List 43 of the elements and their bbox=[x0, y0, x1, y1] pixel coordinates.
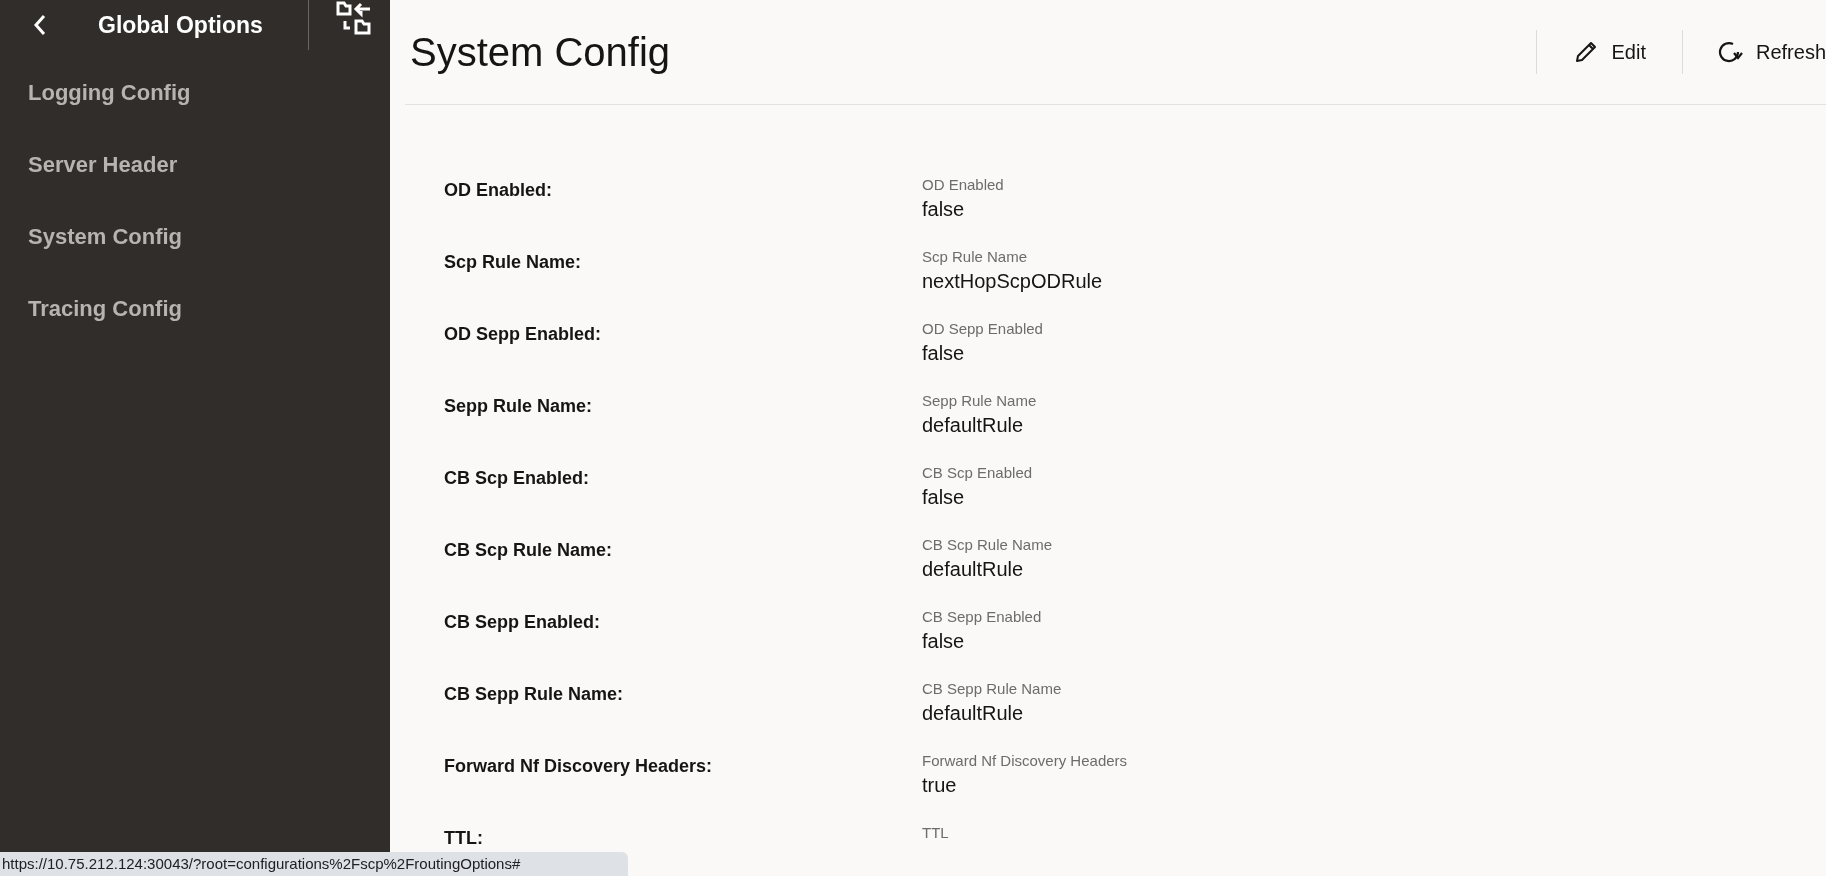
field-value: true bbox=[922, 773, 958, 798]
chevron-left-icon bbox=[33, 14, 47, 36]
field-label: CB Scp Rule Name: bbox=[444, 539, 614, 561]
field-label: Scp Rule Name: bbox=[444, 251, 583, 273]
field-label: OD Sepp Enabled: bbox=[444, 323, 603, 345]
field-caption: CB Scp Rule Name bbox=[922, 535, 1053, 555]
sidebar-title: Global Options bbox=[98, 10, 264, 40]
field-value: defaultRule bbox=[922, 413, 1025, 438]
field-value: false bbox=[922, 485, 966, 510]
sidebar-item[interactable]: Logging Config bbox=[0, 56, 390, 128]
field-caption: Scp Rule Name bbox=[922, 247, 1029, 267]
page-title: System Config bbox=[410, 29, 672, 76]
field-label: CB Sepp Enabled: bbox=[444, 611, 601, 633]
pencil-icon bbox=[1574, 41, 1597, 63]
field-caption: CB Scp Enabled bbox=[922, 463, 1033, 483]
field-label: CB Sepp Rule Name: bbox=[444, 683, 625, 705]
field-caption: Sepp Rule Name bbox=[922, 391, 1037, 411]
status-bar-url: https://10.75.212.124:30043/?root=configurations%2Fscp%2FroutingOptions# bbox=[0, 852, 628, 876]
refresh-icon bbox=[1717, 40, 1744, 64]
swap-panels-icon bbox=[336, 1, 372, 35]
sidebar-item[interactable]: Server Header bbox=[0, 128, 390, 200]
field-caption: CB Sepp Rule Name bbox=[922, 679, 1062, 699]
edit-button[interactable]: Edit bbox=[1536, 30, 1682, 74]
field-caption: OD Sepp Enabled bbox=[922, 319, 1043, 339]
sidebar-item[interactable]: System Config bbox=[0, 200, 390, 272]
refresh-button[interactable]: Refresh bbox=[1682, 30, 1826, 74]
field-value: defaultRule bbox=[922, 557, 1025, 582]
field-value: nextHopScpODRule bbox=[922, 269, 1103, 294]
field-caption: OD Enabled bbox=[922, 175, 1004, 195]
field-value: defaultRule bbox=[922, 701, 1025, 726]
field-label: Sepp Rule Name: bbox=[444, 395, 594, 417]
field-caption: CB Sepp Enabled bbox=[922, 607, 1042, 627]
swap-panels-button[interactable] bbox=[334, 0, 374, 36]
sidebar-item[interactable]: Tracing Config bbox=[0, 272, 390, 344]
field-label: TTL: bbox=[444, 827, 484, 849]
field-value: false bbox=[922, 629, 966, 654]
field-caption: TTL bbox=[922, 823, 949, 843]
field-caption: Forward Nf Discovery Headers bbox=[922, 751, 1128, 771]
field-label: Forward Nf Discovery Headers: bbox=[444, 755, 714, 777]
field-label: OD Enabled: bbox=[444, 179, 553, 201]
field-value: false bbox=[922, 341, 966, 366]
field-label: CB Scp Enabled: bbox=[444, 467, 591, 489]
field-value: false bbox=[922, 197, 966, 222]
